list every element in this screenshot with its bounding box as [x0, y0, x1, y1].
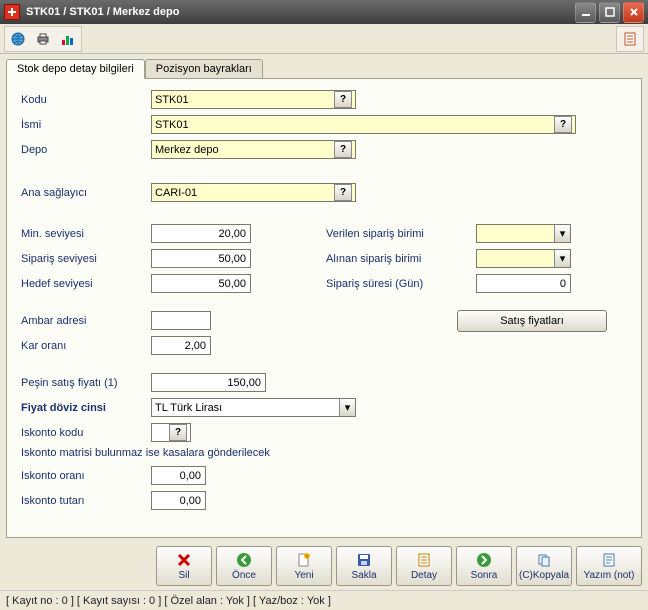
app-icon	[4, 4, 20, 20]
input-iskonto-orani[interactable]: 0,00	[151, 466, 206, 485]
new-icon	[295, 551, 313, 569]
yazim-button[interactable]: Yazım (not)	[576, 546, 642, 586]
copy-icon	[535, 551, 553, 569]
window-title: STK01 / STK01 / Merkez depo	[26, 6, 575, 18]
input-min-seviyesi[interactable]: 20,00	[151, 224, 251, 243]
input-ana-saglayici[interactable]: CARI-01 ?	[151, 183, 356, 202]
save-icon	[355, 551, 373, 569]
kopyala-button[interactable]: (C)Kopyala	[516, 546, 572, 586]
label-ana-saglayici: Ana sağlayıcı	[21, 187, 151, 199]
input-ambar-adresi[interactable]	[151, 311, 211, 330]
label-iskonto-kodu: Iskonto kodu	[21, 427, 151, 439]
label-pesin-satis-fiyati: Peşin satış fiyatı (1)	[21, 377, 151, 389]
tabs: Stok depo detay bilgileri Pozisyon bayra…	[0, 54, 648, 78]
label-verilen-siparis-birimi: Verilen sipariş birimi	[326, 228, 476, 240]
maximize-button[interactable]	[599, 2, 620, 23]
close-button[interactable]	[623, 2, 644, 23]
status-text: [ Kayıt no : 0 ] [ Kayıt sayısı : 0 ] [ …	[6, 595, 331, 607]
input-iskonto-kodu[interactable]: ?	[151, 423, 191, 442]
sonra-button[interactable]: Sonra	[456, 546, 512, 586]
input-siparis-suresi[interactable]: 0	[476, 274, 571, 293]
label-ambar-adresi: Ambar adresi	[21, 315, 151, 327]
label-siparis-seviyesi: Sipariş seviyesi	[21, 253, 151, 265]
iskonto-note: Iskonto matrisi bulunmaz ise kasalara gö…	[21, 447, 627, 459]
input-siparis-seviyesi[interactable]: 50,00	[151, 249, 251, 268]
toolbar-globe-button[interactable]	[6, 28, 30, 50]
combo-verilen-siparis-birimi[interactable]: ▾	[476, 224, 571, 243]
lookup-kodu[interactable]: ?	[334, 91, 352, 108]
action-bar: Sil Önce Yeni Sakla Detay Sonra (C)Kopya…	[0, 542, 648, 590]
note-icon	[600, 551, 618, 569]
label-ismi: İsmi	[21, 119, 151, 131]
label-depo: Depo	[21, 144, 151, 156]
label-alinan-siparis-birimi: Alınan sipariş birimi	[326, 253, 476, 265]
input-pesin-satis-fiyati[interactable]: 150,00	[151, 373, 266, 392]
detay-button[interactable]: Detay	[396, 546, 452, 586]
label-fiyat-doviz-cinsi: Fiyat döviz cinsi	[21, 402, 151, 414]
label-min-seviyesi: Min. seviyesi	[21, 228, 151, 240]
lookup-ana-saglayici[interactable]: ?	[334, 184, 352, 201]
toolbar-chart-button[interactable]	[56, 28, 80, 50]
lookup-depo[interactable]: ?	[334, 141, 352, 158]
once-button[interactable]: Önce	[216, 546, 272, 586]
combo-fiyat-doviz-cinsi[interactable]: TL Türk Lirası ▾	[151, 398, 356, 417]
input-iskonto-tutari[interactable]: 0,00	[151, 491, 206, 510]
prev-icon	[235, 551, 253, 569]
status-bar: [ Kayıt no : 0 ] [ Kayıt sayısı : 0 ] [ …	[0, 590, 648, 610]
satis-fiyatlari-button[interactable]: Satış fiyatları	[457, 310, 607, 332]
lookup-ismi[interactable]: ?	[554, 116, 572, 133]
combo-alinan-siparis-birimi[interactable]: ▾	[476, 249, 571, 268]
input-kar-orani[interactable]: 2,00	[151, 336, 211, 355]
tab-pozisyon-bayraklari[interactable]: Pozisyon bayrakları	[145, 59, 263, 79]
title-bar: STK01 / STK01 / Merkez depo	[0, 0, 648, 24]
input-depo[interactable]: Merkez depo ?	[151, 140, 356, 159]
next-icon	[475, 551, 493, 569]
input-hedef-seviyesi[interactable]: 50,00	[151, 274, 251, 293]
label-siparis-suresi: Sipariş süresi (Gün)	[326, 278, 476, 290]
detail-icon	[415, 551, 433, 569]
chevron-down-icon[interactable]: ▾	[554, 225, 570, 242]
toolbar-print-button[interactable]	[31, 28, 55, 50]
delete-icon	[175, 551, 193, 569]
tab-stok-depo-detay[interactable]: Stok depo detay bilgileri	[6, 59, 145, 79]
sakla-button[interactable]: Sakla	[336, 546, 392, 586]
input-kodu[interactable]: STK01 ?	[151, 90, 356, 109]
label-hedef-seviyesi: Hedef seviyesi	[21, 278, 151, 290]
lookup-iskonto-kodu[interactable]: ?	[169, 424, 187, 441]
label-kar-orani: Kar oranı	[21, 340, 151, 352]
toolbar-sheet-button[interactable]	[618, 28, 642, 50]
input-ismi[interactable]: STK01 ?	[151, 115, 576, 134]
toolbar	[0, 24, 648, 54]
form-panel: Kodu STK01 ? İsmi STK01 ? Depo Merkez de…	[6, 78, 642, 538]
chevron-down-icon[interactable]: ▾	[554, 250, 570, 267]
label-kodu: Kodu	[21, 94, 151, 106]
sil-button[interactable]: Sil	[156, 546, 212, 586]
label-iskonto-orani: Iskonto oranı	[21, 470, 151, 482]
label-iskonto-tutari: Iskonto tutarı	[21, 495, 151, 507]
minimize-button[interactable]	[575, 2, 596, 23]
yeni-button[interactable]: Yeni	[276, 546, 332, 586]
chevron-down-icon[interactable]: ▾	[339, 399, 355, 416]
